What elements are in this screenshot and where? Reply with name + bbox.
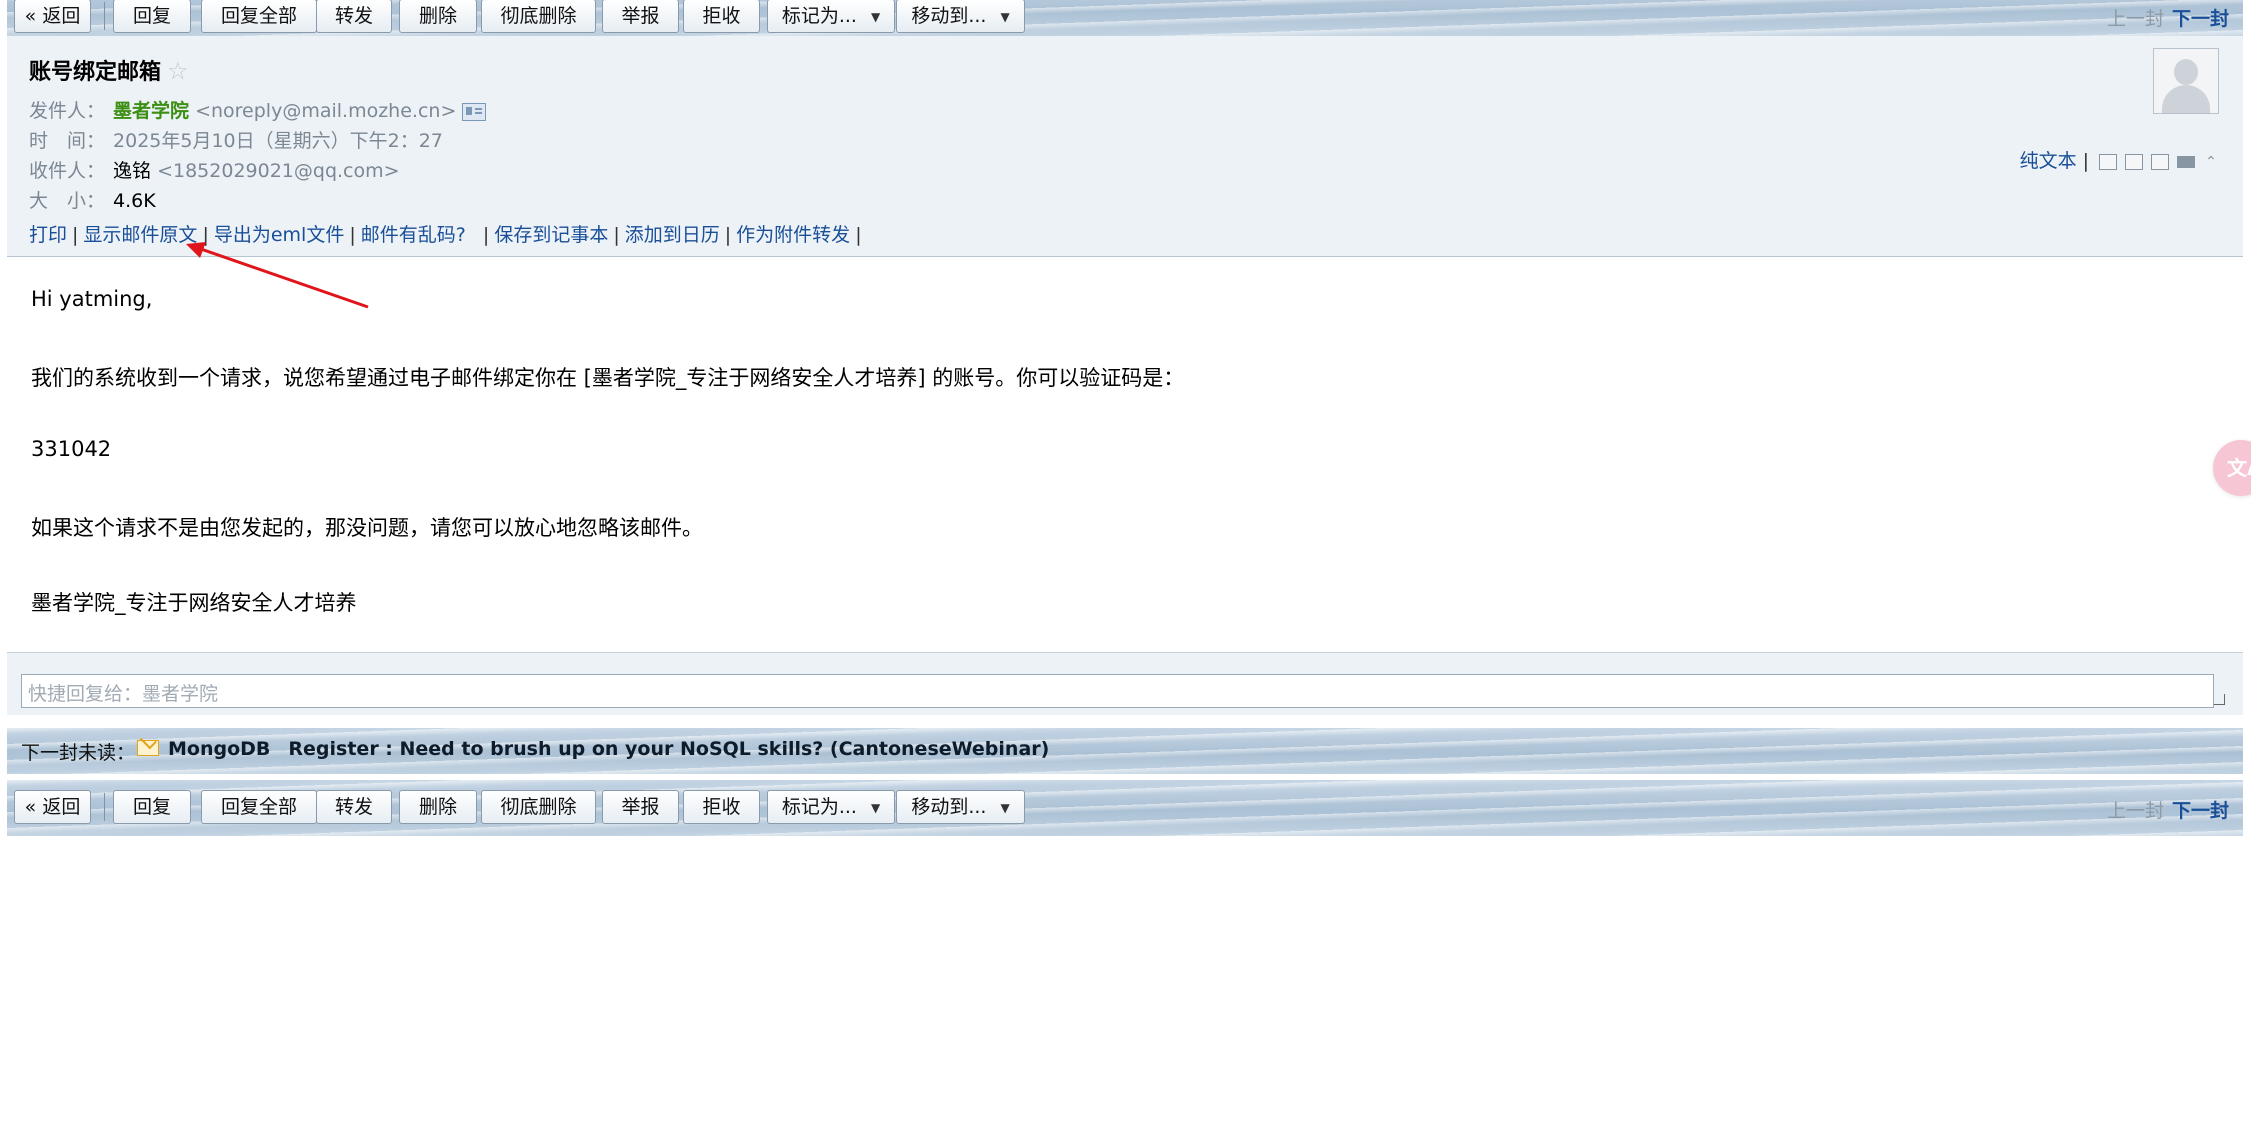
plain-text-link[interactable]: 纯文本 bbox=[2020, 150, 2077, 172]
annotation-arrow bbox=[186, 242, 369, 309]
quick-reply-area bbox=[7, 652, 2243, 715]
reply-button[interactable]: 回复 bbox=[113, 790, 191, 824]
view-tools: 纯文本 | ⌃ bbox=[2020, 146, 2223, 173]
mark-as-label: 标记为... bbox=[781, 5, 857, 27]
chevron-down-icon: ▼ bbox=[870, 9, 881, 24]
body-paragraph: 如果这个请求不是由您发起的，那没问题，请您可以放心地忽略该邮件。 bbox=[31, 516, 703, 540]
print-icon[interactable] bbox=[2177, 155, 2195, 168]
reject-button[interactable]: 拒收 bbox=[683, 0, 760, 33]
divider: | bbox=[613, 224, 620, 246]
compact-view-icon[interactable] bbox=[2125, 153, 2143, 170]
sender-avatar bbox=[2153, 48, 2219, 114]
resize-handle[interactable] bbox=[2214, 694, 2225, 705]
delete-permanent-button[interactable]: 彻底删除 bbox=[481, 0, 596, 33]
prev-email-link: 上一封 bbox=[2106, 800, 2164, 822]
divider: | bbox=[2082, 150, 2089, 172]
next-unread-link[interactable]: MongoDB Register : Need to brush up on yo… bbox=[168, 738, 1049, 760]
verification-code: 331042 bbox=[31, 437, 112, 461]
chevron-down-icon: ▼ bbox=[1000, 9, 1010, 24]
bottom-toolbar: « 返回 回复 回复全部 转发 删除 彻底删除 举报 拒收 标记为... ▼ 移动… bbox=[7, 780, 2243, 836]
move-to-dropdown[interactable]: 移动到... ▼ bbox=[896, 0, 1025, 33]
body-paragraph: 我们的系统收到一个请求，说您希望通过电子邮件绑定你在 [墨者学院_专注于网络安全… bbox=[31, 366, 1185, 390]
save-note-link[interactable]: 保存到记事本 bbox=[494, 224, 608, 246]
move-to-dropdown[interactable]: 移动到... ▼ bbox=[896, 790, 1025, 824]
new-window-icon[interactable] bbox=[2099, 153, 2117, 170]
translate-button[interactable]: 文A bbox=[2213, 440, 2251, 496]
divider: | bbox=[724, 224, 732, 246]
report-button[interactable]: 举报 bbox=[602, 790, 679, 824]
add-calendar-link[interactable]: 添加到日历 bbox=[625, 224, 720, 246]
reply-all-button[interactable]: 回复全部 bbox=[201, 790, 317, 824]
mark-as-dropdown[interactable]: 标记为... ▼ bbox=[767, 790, 895, 824]
move-to-label: 移动到... bbox=[911, 5, 987, 27]
chevron-down-icon: ▼ bbox=[870, 800, 881, 815]
contact-card-icon[interactable] bbox=[462, 102, 487, 121]
toolbar-divider bbox=[104, 793, 105, 821]
signature-text: 墨者学院_专注于网络安全人才培养 bbox=[31, 591, 357, 615]
arrow-line bbox=[197, 246, 369, 309]
divider: | bbox=[482, 224, 490, 246]
next-unread-label: 下一封未读： bbox=[21, 742, 136, 764]
delete-button[interactable]: 删除 bbox=[399, 790, 477, 824]
next-unread-subject: Register : Need to brush up on your NoSQ… bbox=[288, 738, 1050, 760]
mark-as-dropdown[interactable]: 标记为... ▼ bbox=[767, 0, 895, 33]
pager: 上一封 下一封 bbox=[2107, 796, 2229, 823]
pager: 上一封 下一封 bbox=[2107, 4, 2229, 31]
download-icon[interactable] bbox=[2151, 153, 2169, 170]
prev-email-link: 上一封 bbox=[2106, 8, 2164, 30]
delete-permanent-button[interactable]: 彻底删除 bbox=[481, 790, 596, 824]
reject-button[interactable]: 拒收 bbox=[683, 790, 760, 824]
back-button[interactable]: « 返回 bbox=[14, 790, 91, 824]
delete-button[interactable]: 删除 bbox=[399, 0, 477, 33]
next-email-link[interactable]: 下一封 bbox=[2172, 8, 2229, 30]
chevron-down-icon: ▼ bbox=[1000, 800, 1010, 815]
avatar-head bbox=[2174, 59, 2198, 85]
quick-reply-input[interactable] bbox=[21, 674, 2214, 708]
collapse-icon[interactable]: ⌃ bbox=[2203, 155, 2219, 169]
mark-as-label: 标记为... bbox=[781, 796, 857, 818]
avatar-body bbox=[2162, 85, 2210, 113]
move-to-label: 移动到... bbox=[911, 796, 987, 818]
report-button[interactable]: 举报 bbox=[602, 0, 679, 33]
envelope-icon bbox=[137, 740, 159, 756]
next-unread-bar: 下一封未读： MongoDB Register : Need to brush u… bbox=[7, 728, 2243, 774]
divider: | bbox=[855, 224, 862, 246]
next-unread-sender: MongoDB bbox=[168, 738, 271, 760]
next-email-link[interactable]: 下一封 bbox=[2172, 800, 2229, 822]
arrow-head bbox=[186, 242, 206, 258]
forward-attachment-link[interactable]: 作为附件转发 bbox=[736, 224, 850, 246]
forward-button[interactable]: 转发 bbox=[316, 790, 392, 824]
